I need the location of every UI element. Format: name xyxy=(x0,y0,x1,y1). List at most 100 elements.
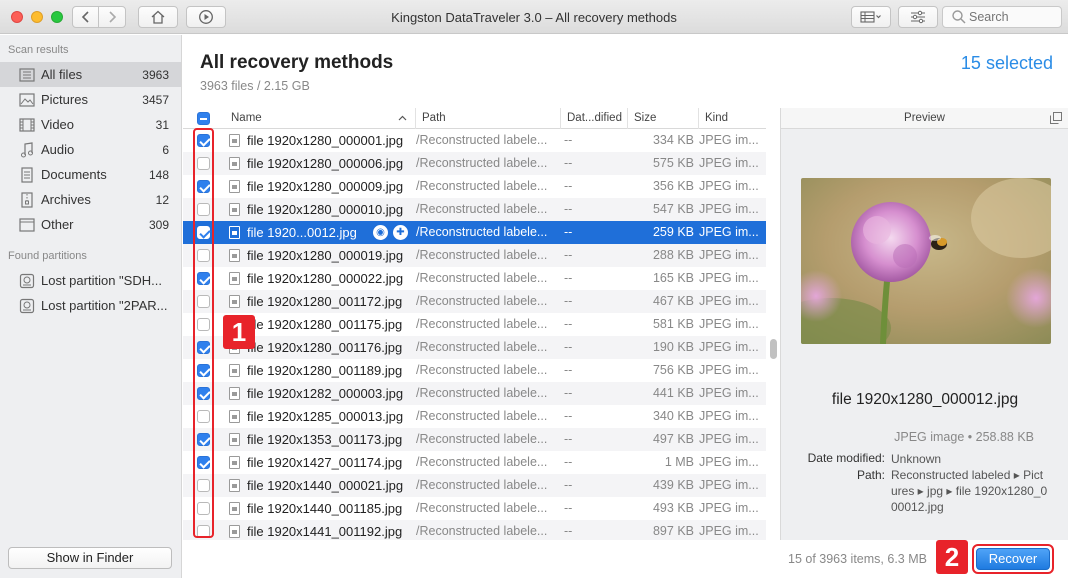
column-header-name[interactable]: Name xyxy=(223,108,416,129)
sidebar-item-documents[interactable]: Documents 148 xyxy=(0,162,181,187)
recover-button[interactable]: Recover xyxy=(976,548,1050,570)
view-mode-button[interactable] xyxy=(851,6,891,28)
sidebar-item-partition-1[interactable]: Lost partition "SDH... xyxy=(0,268,181,293)
sidebar-item-label: Audio xyxy=(41,142,75,157)
show-in-finder-icon[interactable]: ✚ xyxy=(393,225,408,240)
table-row[interactable]: file 1920x1280_000019.jpg/Reconstructed … xyxy=(183,244,766,267)
file-name-cell: file 1920x1280_001176.jpg xyxy=(247,340,403,355)
column-header-date-modified[interactable]: Dat...dified xyxy=(561,108,628,129)
table-row[interactable]: file 1920x1280_001175.jpg/Reconstructed … xyxy=(183,313,766,336)
quick-look-eye-icon[interactable]: ◉ xyxy=(373,225,388,240)
column-header-kind[interactable]: Kind xyxy=(699,108,766,129)
image-file-icon xyxy=(229,134,240,147)
sidebar: Scan results All files 3963 Pictures 345… xyxy=(0,35,182,578)
date-modified-cell: -- xyxy=(564,156,573,170)
sidebar-item-all-files[interactable]: All files 3963 xyxy=(0,62,181,87)
video-icon xyxy=(18,116,36,134)
date-modified-cell: -- xyxy=(564,225,573,239)
column-header-size[interactable]: Size xyxy=(628,108,699,129)
table-row[interactable]: file 1920x1280_000006.jpg/Reconstructed … xyxy=(183,152,766,175)
search-icon xyxy=(952,10,966,24)
date-modified-cell: -- xyxy=(564,133,573,147)
sidebar-item-label: Archives xyxy=(41,192,91,207)
file-path-cell: /Reconstructed labele... xyxy=(416,225,548,239)
sidebar-item-video[interactable]: Video 31 xyxy=(0,112,181,137)
file-size-cell: 756 KB xyxy=(652,363,694,377)
preview-file-name: file 1920x1280_000012.jpg xyxy=(831,391,1019,408)
select-all-checkbox[interactable] xyxy=(197,112,210,125)
table-row[interactable]: file 1920x1280_000010.jpg/Reconstructed … xyxy=(183,198,766,221)
file-kind-cell: JPEG im... xyxy=(699,409,759,423)
forward-button[interactable] xyxy=(99,7,125,27)
date-modified-value: Unknown xyxy=(891,452,942,466)
show-in-finder-button[interactable]: Show in Finder xyxy=(8,547,172,569)
file-size-cell: 1 MB xyxy=(664,455,694,469)
table-row[interactable]: file 1920x1280_001172.jpg/Reconstructed … xyxy=(183,290,766,313)
sidebar-item-archives[interactable]: Archives 12 xyxy=(0,187,181,212)
page-subtitle: 3963 files / 2.15 GB xyxy=(200,79,310,93)
sidebar-item-other[interactable]: Other 309 xyxy=(0,212,181,237)
preview-type-size: JPEG image • 258.88 KB xyxy=(894,430,1034,444)
file-kind-cell: JPEG im... xyxy=(699,501,759,515)
table-row[interactable]: file 1920x1440_000021.jpg/Reconstructed … xyxy=(183,474,766,497)
file-name-cell: file 1920x1280_000022.jpg xyxy=(247,271,404,286)
file-size-cell: 439 KB xyxy=(652,478,694,492)
table-row[interactable]: file 1920...0012.jpg/Reconstructed label… xyxy=(183,221,766,244)
image-file-icon xyxy=(229,203,240,216)
table-row[interactable]: file 1920x1280_001189.jpg/Reconstructed … xyxy=(183,359,766,382)
column-header-path[interactable]: Path xyxy=(416,108,561,129)
date-modified-label: Date modified: xyxy=(807,451,885,465)
date-modified-cell: -- xyxy=(564,179,573,193)
sidebar-item-label: Lost partition "2PAR... xyxy=(41,298,168,313)
file-path-cell: /Reconstructed labele... xyxy=(416,478,548,492)
file-size-cell: 340 KB xyxy=(652,409,694,423)
annotation-badge-2: 2 xyxy=(936,540,968,574)
file-path-cell: /Reconstructed labele... xyxy=(416,202,548,216)
sidebar-item-audio[interactable]: Audio 6 xyxy=(0,137,181,162)
filter-settings-button[interactable] xyxy=(898,6,938,28)
file-kind-cell: JPEG im... xyxy=(699,156,759,170)
sidebar-item-partition-2[interactable]: Lost partition "2PAR... xyxy=(0,293,181,318)
zoom-window-button[interactable] xyxy=(51,11,63,23)
file-kind-cell: JPEG im... xyxy=(699,386,759,400)
table-scrollbar[interactable] xyxy=(770,339,777,359)
home-icon xyxy=(151,10,165,24)
table-row[interactable]: file 1920x1280_000001.jpg/Reconstructed … xyxy=(183,129,766,152)
recovery-history-button[interactable] xyxy=(186,6,226,28)
image-file-icon xyxy=(229,525,240,538)
date-modified-cell: -- xyxy=(564,386,573,400)
file-name-cell: file 1920x1280_001189.jpg xyxy=(247,363,403,378)
sidebar-item-count: 12 xyxy=(155,192,169,207)
table-row[interactable]: file 1920x1280_000022.jpg/Reconstructed … xyxy=(183,267,766,290)
file-name-cell: file 1920x1280_001172.jpg xyxy=(247,294,403,309)
file-name-cell: file 1920x1280_001175.jpg xyxy=(247,317,403,332)
back-button[interactable] xyxy=(73,7,99,27)
file-path-cell: /Reconstructed labele... xyxy=(416,294,548,308)
minimize-window-button[interactable] xyxy=(31,11,43,23)
table-row[interactable]: file 1920x1441_001192.jpg/Reconstructed … xyxy=(183,520,766,540)
file-kind-cell: JPEG im... xyxy=(699,455,759,469)
preview-header-label: Preview xyxy=(904,112,945,124)
selected-count-link[interactable]: 15 selected xyxy=(961,53,1053,74)
table-row[interactable]: file 1920x1280_000009.jpg/Reconstructed … xyxy=(183,175,766,198)
file-kind-cell: JPEG im... xyxy=(699,478,759,492)
file-size-cell: 497 KB xyxy=(652,432,694,446)
file-size-cell: 165 KB xyxy=(652,271,694,285)
table-row[interactable]: file 1920x1440_001185.jpg/Reconstructed … xyxy=(183,497,766,520)
table-row[interactable]: file 1920x1427_001174.jpg/Reconstructed … xyxy=(183,451,766,474)
date-modified-cell: -- xyxy=(564,202,573,216)
file-kind-cell: JPEG im... xyxy=(699,225,759,239)
sidebar-item-pictures[interactable]: Pictures 3457 xyxy=(0,87,181,112)
copy-icon[interactable] xyxy=(1050,112,1062,124)
home-button[interactable] xyxy=(138,6,178,28)
table-row[interactable]: file 1920x1282_000003.jpg/Reconstructed … xyxy=(183,382,766,405)
file-name-cell: file 1920x1440_000021.jpg xyxy=(247,478,404,493)
table-row[interactable]: file 1920x1353_001173.jpg/Reconstructed … xyxy=(183,428,766,451)
sidebar-item-label: Other xyxy=(41,217,74,232)
file-path-cell: /Reconstructed labele... xyxy=(416,501,548,515)
close-window-button[interactable] xyxy=(11,11,23,23)
sidebar-item-count: 31 xyxy=(155,117,169,132)
table-row[interactable]: file 1920x1280_001176.jpg/Reconstructed … xyxy=(183,336,766,359)
file-name-cell: file 1920x1285_000013.jpg xyxy=(247,409,404,424)
table-row[interactable]: file 1920x1285_000013.jpg/Reconstructed … xyxy=(183,405,766,428)
